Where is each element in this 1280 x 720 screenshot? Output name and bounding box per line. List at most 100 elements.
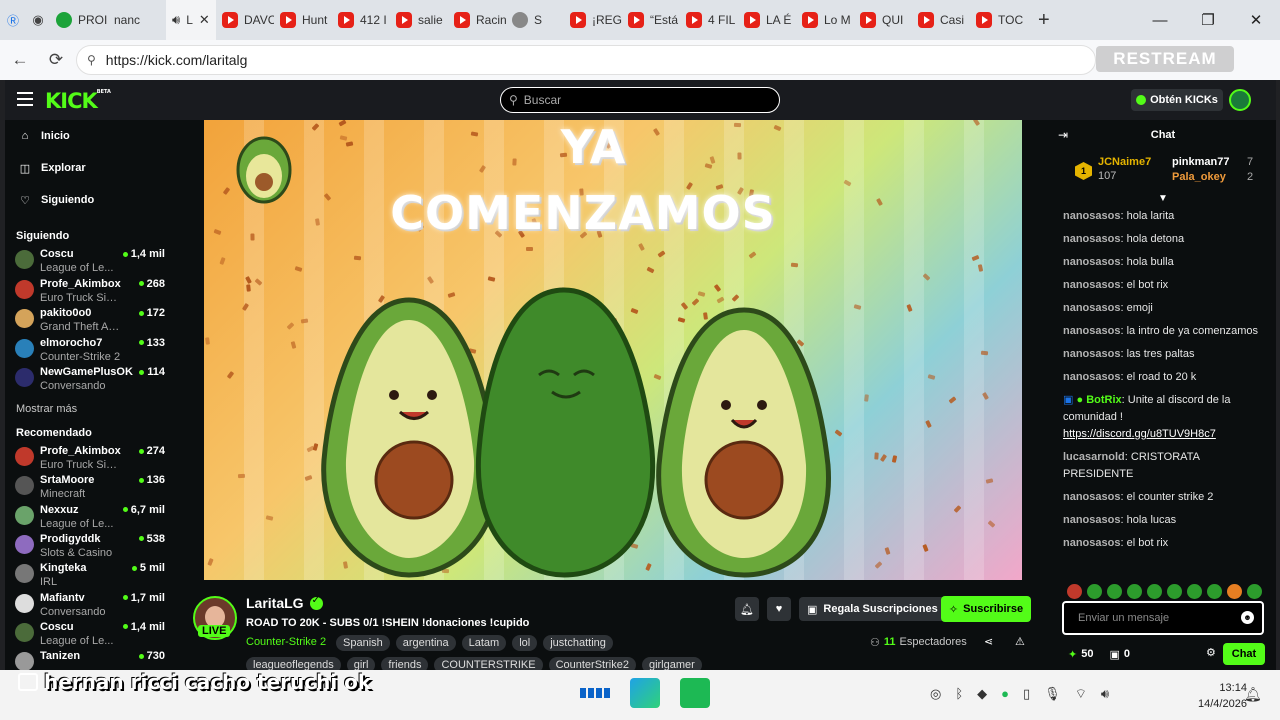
browser-tab[interactable]: “Está (622, 0, 680, 40)
browser-tab[interactable]: Racin (448, 0, 506, 40)
nav-home[interactable]: ⌂ Inicio (19, 130, 70, 142)
kick-logo[interactable]: KICKBETA (45, 89, 111, 113)
leader-3-name[interactable]: Pala_okey (1172, 171, 1226, 183)
stream-category[interactable]: Counter-Strike 2 (246, 636, 326, 648)
close-window-button[interactable]: ✕ (1232, 0, 1280, 40)
browser-tab[interactable]: TOC (970, 0, 1028, 40)
browser-tab[interactable]: PROI (50, 0, 108, 40)
stream-tag[interactable]: Spanish (336, 635, 390, 651)
show-more-link[interactable]: Mostrar más (16, 403, 77, 415)
emote-icon[interactable] (1167, 584, 1182, 599)
emote-icon[interactable] (1187, 584, 1202, 599)
stream-tag[interactable]: girl (346, 657, 376, 670)
new-tab-button[interactable]: + (1028, 9, 1060, 32)
restore-button[interactable]: ❐ (1184, 0, 1232, 40)
microphone-icon[interactable]: 🎙︎ (1044, 686, 1061, 702)
subscribe-button[interactable]: ✧ Suscribirse (941, 596, 1031, 622)
notification-bell-icon[interactable]: 🔔︎ (1244, 686, 1262, 703)
share-icon[interactable]: ⋖ (984, 635, 993, 648)
browser-tab[interactable]: ¡REG (564, 0, 622, 40)
follow-heart-button[interactable]: ♥ (767, 597, 791, 621)
chat-username[interactable]: nanosasos (1063, 302, 1120, 314)
url-field[interactable]: ⚲ https://kick.com/laritalg (76, 45, 1096, 75)
wifi-icon[interactable]: ⌔ (1075, 686, 1087, 702)
sidebar-channel[interactable]: Coscu League of Le... 1,4 mil (15, 248, 165, 277)
browser-tab[interactable]: Lo M (796, 0, 854, 40)
sidebar-channel[interactable]: Coscu League of Le... 1,4 mil (15, 621, 165, 650)
sidebar-channel[interactable]: Nexxuz League of Le... 6,7 mil (15, 504, 165, 533)
browser-tab[interactable]: salie (390, 0, 448, 40)
chat-username[interactable]: nanosasos (1063, 514, 1120, 526)
video-player[interactable]: YA COMENZAMOS (204, 120, 1022, 580)
nav-following[interactable]: ♡ Siguiendo (19, 194, 94, 207)
emote-icon[interactable] (1067, 584, 1082, 599)
chat-username[interactable]: nanosasos (1063, 279, 1120, 291)
browser-tab[interactable]: Knanc (5, 0, 166, 96)
emoji-picker-icon[interactable]: ☻ (1241, 611, 1254, 624)
browser-tab[interactable]: Casi (912, 0, 970, 40)
tray-app-icon[interactable]: ◎ (930, 686, 941, 702)
chat-username[interactable]: nanosasos (1063, 491, 1120, 503)
expand-leaderboard-icon[interactable]: ▼ (1158, 193, 1168, 204)
chat-username[interactable]: BotRix (1086, 394, 1121, 406)
start-button[interactable] (580, 678, 610, 708)
chat-link[interactable]: https://discord.gg/u8TUV9H8c7 (1063, 428, 1216, 440)
stream-tag[interactable]: leagueoflegends (246, 657, 341, 670)
sidebar-channel[interactable]: Mafiantv Conversando 1,7 mil (15, 592, 165, 621)
report-icon[interactable]: ⚠ (1015, 635, 1025, 648)
emote-icon[interactable] (1107, 584, 1122, 599)
back-button[interactable]: ← (2, 42, 38, 78)
clock[interactable]: 13:14 14/4/2026 (1198, 680, 1247, 712)
get-kicks-button[interactable]: Obtén KICKs (1131, 89, 1223, 111)
chat-username[interactable]: nanosasos (1063, 325, 1120, 337)
sidebar-channel[interactable]: SrtaMoore Minecraft 136 (15, 474, 165, 503)
volume-icon[interactable]: 🔊︎ (1101, 686, 1109, 702)
edge-app-button[interactable] (630, 678, 660, 708)
chat-username[interactable]: nanosasos (1063, 256, 1120, 268)
search-input[interactable]: ⚲ Buscar (500, 87, 780, 113)
site-info-icon[interactable]: ⚲ (87, 53, 96, 67)
nav-explore[interactable]: ◫ Explorar (19, 162, 86, 175)
sidebar-channel[interactable]: NewGamePlusOK Conversando 114 (15, 366, 165, 395)
bluetooth-icon[interactable]: ᛒ (955, 686, 963, 702)
tray-app-icon[interactable]: ◆ (977, 686, 987, 702)
sidebar-channel[interactable]: Profe_Akimbox Euro Truck Sim... 274 (15, 445, 165, 474)
chat-username[interactable]: nanosasos (1063, 348, 1120, 360)
leader-2-name[interactable]: pinkman77 (1172, 156, 1229, 168)
sidebar-channel[interactable]: Tanizen 730 (15, 650, 165, 670)
chat-username[interactable]: nanosasos (1063, 210, 1120, 222)
reload-button[interactable]: ⟳ (38, 42, 74, 78)
browser-tab[interactable]: 4 FIL (680, 0, 738, 40)
battery-icon[interactable]: ▯ (1023, 686, 1030, 702)
gift-count[interactable]: ▣ 0 (1109, 648, 1130, 661)
sidebar-channel[interactable]: Profe_Akimbox Euro Truck Sim... 268 (15, 278, 165, 307)
browser-tab[interactable]: S (506, 0, 564, 40)
browser-tab[interactable]: QUI (854, 0, 912, 40)
chat-username[interactable]: lucasarnold (1063, 451, 1125, 463)
browser-tab[interactable]: 🔊︎ L ✕ (166, 0, 216, 40)
stream-tag[interactable]: lol (512, 635, 538, 651)
minimize-button[interactable]: — (1136, 0, 1184, 40)
browser-tab[interactable]: DAVC (216, 0, 274, 40)
browser-tab[interactable]: LA É (738, 0, 796, 40)
notification-bell-button[interactable]: 🔔︎ (735, 597, 759, 621)
leader-1-name[interactable]: JCNaime7 (1098, 156, 1151, 168)
send-chat-button[interactable]: Chat (1223, 643, 1265, 665)
sidebar-channel[interactable]: Kingteka IRL 5 mil (15, 562, 165, 591)
stream-tag[interactable]: COUNTERSTRIKE (434, 657, 543, 670)
chat-username[interactable]: nanosasos (1063, 371, 1120, 383)
browser-tab[interactable]: 412 I (332, 0, 390, 40)
stream-tag[interactable]: argentina (395, 635, 456, 651)
emote-icon[interactable] (1247, 584, 1262, 599)
profile-icon[interactable]: Ⓡ (0, 2, 26, 38)
spotify-tray-icon[interactable]: ● (1001, 686, 1009, 702)
spotify-app-button[interactable] (680, 678, 710, 708)
channel-points[interactable]: ✦ 50 (1068, 648, 1093, 661)
stream-tag[interactable]: Latam (461, 635, 507, 651)
close-tab-icon[interactable]: ✕ (199, 12, 210, 28)
emote-icon[interactable] (1127, 584, 1142, 599)
stream-tag[interactable]: CounterStrike2 (548, 657, 636, 670)
emote-icon[interactable] (1207, 584, 1222, 599)
stream-tag[interactable]: friends (381, 657, 429, 670)
chat-message-input[interactable]: Enviar un mensaje ☻ (1062, 601, 1264, 635)
